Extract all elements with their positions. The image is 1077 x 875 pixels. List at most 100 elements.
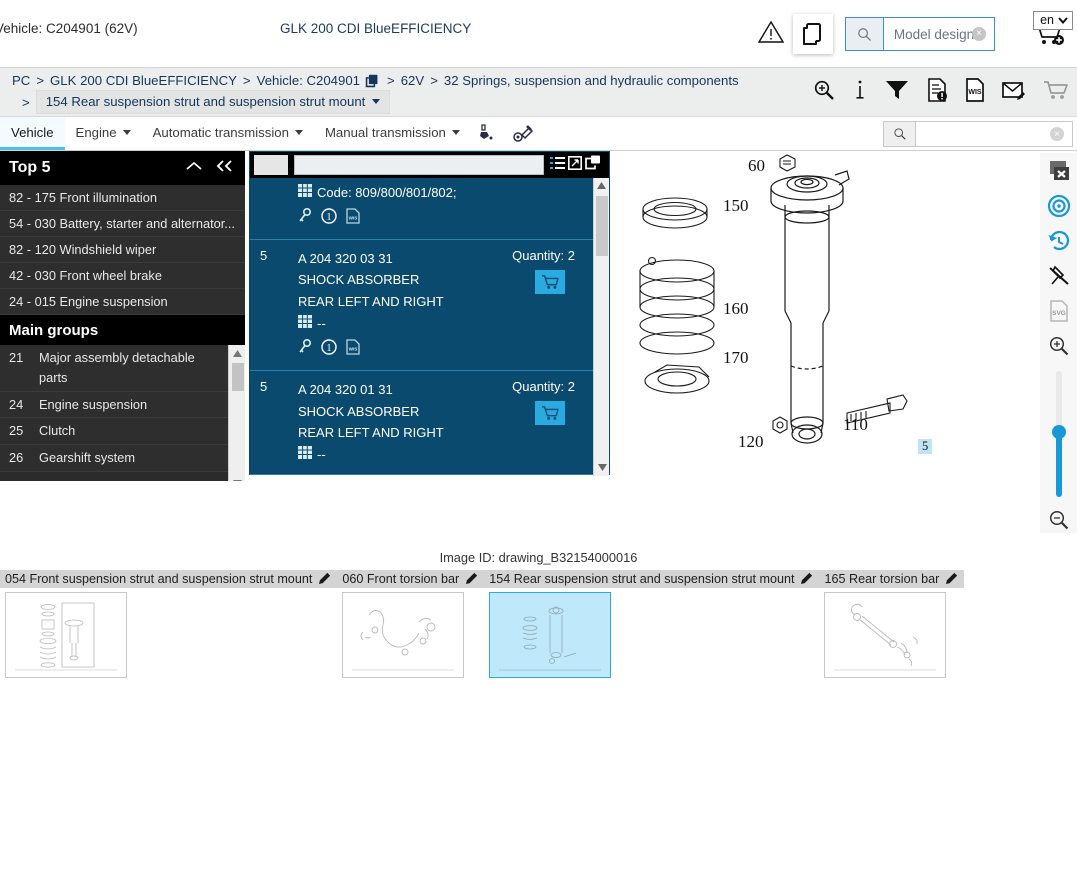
callout-5-highlighted[interactable]: 5 [918,439,933,454]
zoom-in-icon[interactable] [813,79,835,106]
breadcrumb-item-3[interactable]: 62V [401,73,424,88]
hardware-bolt-icon[interactable] [505,117,541,150]
main-groups-scrollbar[interactable] [228,345,245,481]
tab-automatic-transmission[interactable]: Automatic transmission [142,117,314,150]
scroll-down-icon[interactable] [594,460,609,474]
tab-manual-transmission[interactable]: Manual transmission [314,117,471,150]
thumbnail-image[interactable] [824,592,947,678]
sidebar-item-top5-4[interactable]: 24 - 015 Engine suspension [0,289,245,315]
clear-icon[interactable]: × [1050,127,1064,141]
chevron-up-icon[interactable] [185,159,203,177]
double-chevron-left-icon[interactable] [215,159,235,178]
scroll-down-icon[interactable] [229,475,245,481]
chevron-down-icon [122,129,131,135]
clear-icon[interactable]: × [972,27,986,41]
edit-icon[interactable] [466,571,479,587]
scrollbar-thumb[interactable] [596,196,608,256]
model-design-search[interactable]: Model design × [845,17,995,51]
main-stage: Top 5 82 - 175 Front illumination 54 - 0… [0,151,1077,533]
wis-icon[interactable]: WIS [346,208,360,231]
unpin-icon[interactable] [1046,264,1072,289]
info-circle-icon[interactable]: 1 [321,339,337,362]
sidebar-item-top5-0[interactable]: 82 - 175 Front illumination [0,185,245,211]
part-item[interactable]: 5 A 204 320 01 31 SHOCK ABSORBER REAR LE… [250,371,609,476]
edit-icon[interactable] [319,571,332,587]
breadcrumb-item-1[interactable]: GLK 200 CDI BlueEFFICIENCY [50,73,237,88]
filter-icon[interactable] [885,79,909,106]
tab-vehicle[interactable]: Vehicle [0,117,65,150]
close-image-icon[interactable] [1046,159,1072,184]
info-circle-icon[interactable]: 1 [321,208,337,231]
thumbnail-image[interactable] [342,592,465,678]
search-icon[interactable] [846,18,884,50]
global-search-input[interactable] [916,123,1072,139]
popout-icon[interactable] [585,155,601,175]
thumbnail-image-selected[interactable] [489,592,612,678]
document-alert-icon[interactable] [926,78,948,107]
breadcrumb-separator: > [22,94,30,110]
scroll-up-icon[interactable] [229,345,245,361]
language-selector[interactable]: en [1033,11,1073,30]
sidebar-item-top5-1[interactable]: 54 - 030 Battery, starter and alternator… [0,211,245,237]
copy-icon[interactable] [365,74,379,88]
breadcrumb-separator: > [242,73,251,88]
slider-fill [1055,432,1062,497]
global-search[interactable]: × [883,121,1073,147]
thumbnail-label-row: 154 Rear suspension strut and suspension… [484,570,820,588]
zoom-slider[interactable] [1051,370,1066,497]
breadcrumb-current-dropdown[interactable]: 154 Rear suspension strut and suspension… [35,90,391,114]
part-item[interactable]: 5 A 204 320 03 31 SHOCK ABSORBER REAR LE… [250,240,609,371]
breadcrumb-item-2[interactable]: Vehicle: C204901 [257,73,360,88]
thumbnail-item-060[interactable]: 060 Front torsion bar [337,570,485,678]
info-icon[interactable] [852,79,868,106]
thumbnail-item-054[interactable]: 054 Front suspension strut and suspensio… [0,570,338,678]
sidebar-item-top5-2[interactable]: 82 - 120 Windshield wiper [0,237,245,263]
svg-export-icon[interactable]: SVG [1046,299,1072,324]
thumbnail-image[interactable] [5,592,127,678]
search-icon[interactable] [884,122,916,146]
copy-icon[interactable] [793,14,833,54]
breadcrumb-separator: > [430,73,438,88]
breadcrumb-item-0[interactable]: PC [12,73,30,88]
sidebar-item-group-26[interactable]: 26 Gearshift system [0,445,245,473]
breadcrumb-item-4[interactable]: 32 Springs, suspension and hydraulic com… [444,73,739,88]
slider-handle[interactable] [1051,424,1066,439]
key-icon[interactable] [298,338,312,362]
scrollbar-thumb[interactable] [232,363,244,391]
part-item-partial[interactable]: Code: 809/800/801/802; 1 WIS [250,178,609,240]
list-view-icon[interactable] [550,156,565,175]
expand-icon[interactable] [568,155,582,175]
top5-header: Top 5 [0,151,245,185]
parts-filter-input[interactable] [294,155,544,175]
mail-edit-icon[interactable] [1002,79,1026,106]
scroll-up-icon[interactable] [594,178,609,192]
target-icon[interactable] [1046,194,1072,219]
add-to-cart-button[interactable] [535,400,565,425]
technical-drawing[interactable]: 150 160 170 60 120 110 [615,151,1040,481]
add-to-cart-button[interactable] [535,269,565,294]
wis-icon[interactable]: WIS [346,339,360,362]
zoom-in-icon[interactable] [1046,334,1072,359]
cart-icon[interactable] [1043,79,1069,106]
warning-triangle-icon[interactable] [749,20,793,49]
sidebar-item-group-24[interactable]: 24 Engine suspension [0,391,245,419]
sidebar-item-top5-3[interactable]: 42 - 030 Front wheel brake [0,263,245,289]
edit-icon[interactable] [946,571,959,587]
callout-170: 170 [723,348,749,367]
language-value: en [1040,13,1054,27]
wis-document-icon[interactable]: WIS [965,78,985,107]
breadcrumb-separator: > [36,73,45,88]
sidebar-item-group-25[interactable]: 25 Clutch [0,418,245,446]
paint-bucket-icon[interactable] [471,117,505,150]
zoom-out-icon[interactable] [1046,508,1072,533]
history-undo-icon[interactable] [1046,229,1072,254]
thumbnail-item-165[interactable]: 165 Rear torsion bar [819,570,965,678]
sidebar-item-group-21[interactable]: 21 Major assembly detachable parts [0,345,245,392]
model-design-input[interactable]: Model design × [884,18,994,50]
edit-icon[interactable] [801,571,814,587]
key-icon[interactable] [298,207,312,231]
parts-list-scrollbar[interactable] [593,178,609,476]
thumbnail-item-154[interactable]: 154 Rear suspension strut and suspension… [484,570,820,678]
parts-filter-button[interactable] [254,155,288,175]
tab-engine[interactable]: Engine [65,117,142,150]
